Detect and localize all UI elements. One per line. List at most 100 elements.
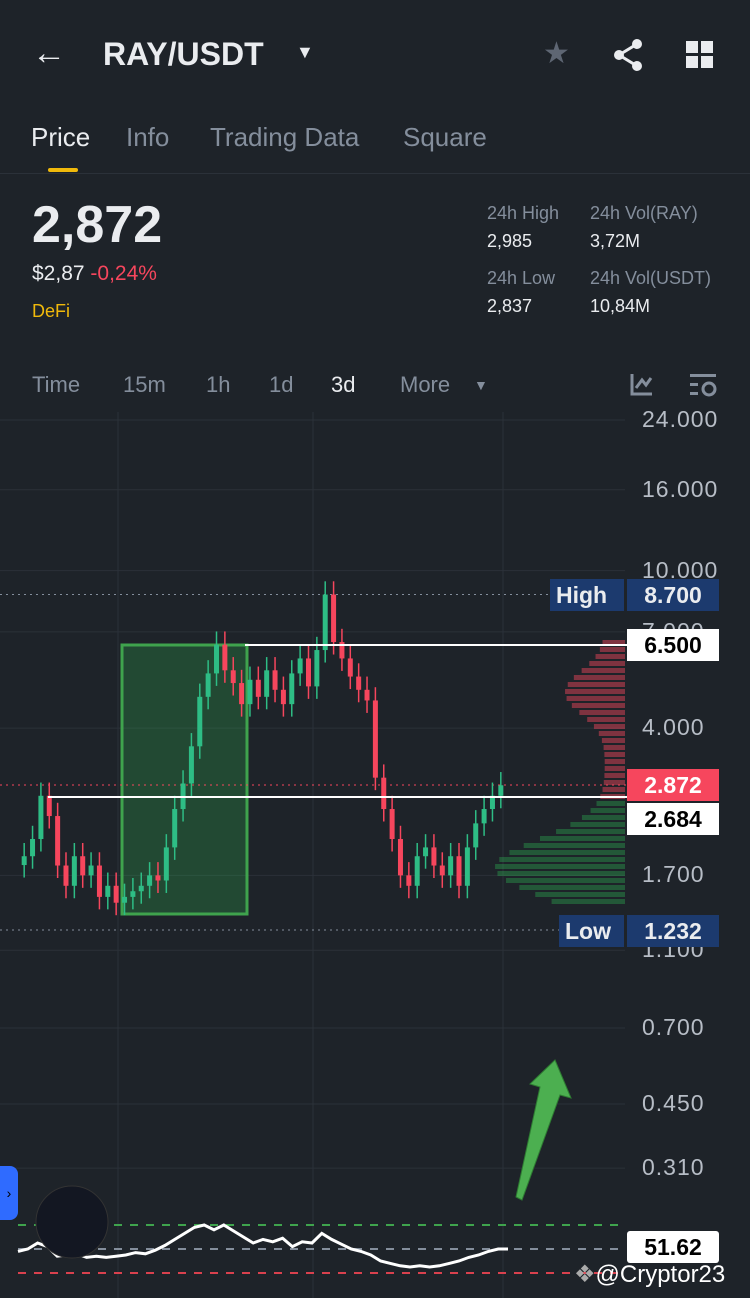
candle xyxy=(138,885,144,892)
volume-profile-bar xyxy=(590,808,625,813)
volume-profile-bar xyxy=(604,752,625,757)
candle xyxy=(389,809,395,840)
chart-settings-icon[interactable] xyxy=(690,372,718,398)
candle xyxy=(105,885,111,897)
y-tick-label: 0.450 xyxy=(642,1089,705,1116)
stat-value: 10,84M xyxy=(590,296,651,316)
candle xyxy=(122,896,128,903)
candle xyxy=(372,700,378,778)
candle xyxy=(464,847,470,886)
stat-label: 24h Low xyxy=(487,268,556,288)
candle xyxy=(55,816,61,866)
candle xyxy=(297,658,303,674)
volume-profile-bar xyxy=(567,682,625,687)
candle xyxy=(30,839,36,857)
volume-profile-bar xyxy=(602,787,625,792)
usd-price: $2,87 -0,24% xyxy=(32,262,157,286)
interval-1h[interactable]: 1h xyxy=(206,372,230,398)
candle xyxy=(239,683,245,705)
candle xyxy=(172,809,178,848)
candle xyxy=(322,594,328,651)
candle xyxy=(364,689,370,701)
interval-3d[interactable]: 3d xyxy=(331,372,355,398)
volume-profile-bar xyxy=(499,857,625,862)
volume-profile-bar xyxy=(581,668,625,673)
volume-profile-bar xyxy=(595,654,625,659)
candle xyxy=(88,865,94,876)
candle xyxy=(113,885,119,903)
volume-profile-bar xyxy=(603,745,625,750)
tab-price[interactable]: Price xyxy=(31,122,90,153)
candle xyxy=(264,670,270,697)
grid-icon[interactable] xyxy=(686,41,714,69)
high-value: 8.700 xyxy=(627,579,719,611)
last-price: 2,872 xyxy=(32,196,163,254)
volume-profile-bar xyxy=(599,647,625,652)
binance-logo-icon: ❖ xyxy=(574,1261,596,1288)
candle xyxy=(498,785,504,796)
candle xyxy=(255,679,261,697)
candle xyxy=(96,865,102,897)
volume-profile-bar xyxy=(565,689,625,694)
volume-profile-bar xyxy=(579,710,625,715)
candle xyxy=(406,875,412,886)
interval-time[interactable]: Time xyxy=(32,372,80,398)
category-tag[interactable]: DeFi xyxy=(32,301,70,322)
tab-info[interactable]: Info xyxy=(126,122,169,153)
volume-profile-bar xyxy=(587,717,625,722)
y-tick-label: 0.700 xyxy=(642,1013,705,1040)
volume-profile-bar xyxy=(570,822,625,827)
candle xyxy=(38,795,44,840)
stat-label: 24h High xyxy=(487,203,560,223)
stat-value: 3,72M xyxy=(590,231,641,251)
volume-profile-bar xyxy=(495,864,625,869)
candle xyxy=(397,839,403,876)
candle xyxy=(80,856,86,876)
candle xyxy=(331,594,337,643)
candle xyxy=(481,809,487,824)
candle xyxy=(155,875,161,881)
volume-profile-bar xyxy=(604,759,625,764)
volume-profile-bar xyxy=(593,724,625,729)
volume-profile-bar xyxy=(573,675,625,680)
candle xyxy=(21,856,27,866)
tab-trading-data[interactable]: Trading Data xyxy=(210,122,359,153)
watermark: ❖@Cryptor23 xyxy=(574,1260,725,1289)
candle xyxy=(222,644,228,671)
expand-panel-handle[interactable]: › xyxy=(0,1166,18,1220)
more-caret-icon[interactable]: ▼ xyxy=(474,377,488,393)
volume-profile-bar xyxy=(509,850,625,855)
star-icon[interactable]: ★ xyxy=(543,36,570,71)
candle xyxy=(247,679,253,705)
candle xyxy=(63,865,69,886)
volume-profile-bar xyxy=(604,766,625,771)
volume-profile-bar xyxy=(535,892,625,897)
volume-profile-bar xyxy=(589,661,625,666)
high-label: High xyxy=(550,579,624,611)
price-chart[interactable] xyxy=(0,412,750,1298)
stat-value: 2,985 xyxy=(487,231,533,251)
volume-profile-bar xyxy=(539,836,625,841)
interval-1d[interactable]: 1d xyxy=(269,372,293,398)
candle xyxy=(423,847,429,857)
volume-profile-bar xyxy=(506,878,625,883)
interval-more[interactable]: More xyxy=(400,372,450,398)
level-6500: 6.500 xyxy=(627,629,719,661)
pair-title[interactable]: RAY/USDT xyxy=(103,36,264,73)
y-tick-label: 1.700 xyxy=(642,861,705,888)
back-arrow-icon[interactable]: ← xyxy=(32,34,66,73)
chevron-down-icon[interactable]: ▼ xyxy=(296,42,314,63)
stat-label: 24h Vol(USDT) xyxy=(590,268,712,288)
candle xyxy=(197,696,203,747)
candle xyxy=(130,891,136,897)
rsi-value: 51.62 xyxy=(627,1231,719,1263)
tab-square[interactable]: Square xyxy=(403,122,487,153)
stat-value: 2,837 xyxy=(487,296,533,316)
candle xyxy=(289,673,295,705)
candle xyxy=(305,658,311,687)
interval-15m[interactable]: 15m xyxy=(123,372,166,398)
share-icon[interactable] xyxy=(613,38,645,72)
candle xyxy=(414,856,420,886)
volume-profile-bar xyxy=(571,703,625,708)
indicator-icon[interactable] xyxy=(630,372,654,396)
